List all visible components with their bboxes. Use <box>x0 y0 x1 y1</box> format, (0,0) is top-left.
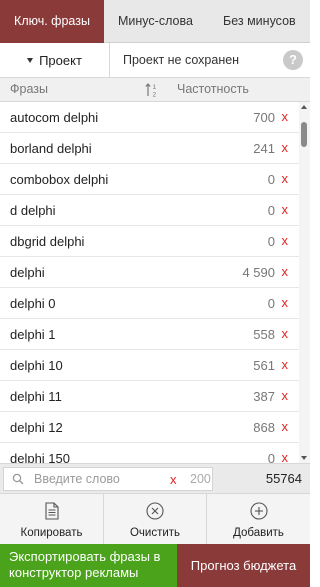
svg-text:1: 1 <box>153 84 157 91</box>
phrase-text: delphi <box>10 265 45 280</box>
table-row[interactable]: delphi 1 558 x <box>0 319 300 350</box>
table-row[interactable]: delphi 12 868 x <box>0 412 300 443</box>
budget-forecast-button[interactable]: Прогноз бюджета <box>177 544 310 587</box>
frequency-value: 387 <box>253 389 275 404</box>
remove-phrase-button[interactable]: x <box>282 140 289 155</box>
phrase-text: dbgrid delphi <box>10 234 85 249</box>
table-row[interactable]: delphi 150 0 x <box>0 443 300 463</box>
list-scrollbar[interactable] <box>299 102 310 463</box>
phrase-text: delphi 10 <box>10 358 63 373</box>
phrase-text: delphi 11 <box>10 389 62 404</box>
add-button-label: Добавить <box>233 527 284 539</box>
remove-phrase-button[interactable]: x <box>282 233 289 248</box>
add-button[interactable]: Добавить <box>207 494 310 545</box>
project-status-text: Проект не сохранен <box>123 53 240 67</box>
tab-without-minus[interactable]: Без минусов <box>223 0 296 43</box>
table-row[interactable]: delphi 0 0 x <box>0 288 300 319</box>
remove-phrase-button[interactable]: x <box>282 295 289 310</box>
search-bar: x 200 55764 <box>0 463 310 493</box>
remove-phrase-button[interactable]: x <box>282 357 289 372</box>
phrase-text: borland delphi <box>10 141 92 156</box>
project-dropdown-button[interactable]: Проект <box>0 43 110 77</box>
table-row[interactable]: delphi 4 590 x <box>0 257 300 288</box>
scroll-up-arrow-icon[interactable] <box>301 105 307 109</box>
column-header-phrases[interactable]: Фразы <box>10 82 48 96</box>
copy-button-label: Копировать <box>20 527 83 539</box>
phrase-text: delphi 0 <box>10 296 56 311</box>
column-header-frequency[interactable]: Частотность <box>177 82 249 96</box>
tab-key-phrases[interactable]: Ключ. фразы <box>0 0 104 43</box>
remove-phrase-button[interactable]: x <box>282 419 289 434</box>
phrase-text: delphi 12 <box>10 420 63 435</box>
phrase-text: d delphi <box>10 203 56 218</box>
frequency-value: 4 590 <box>242 265 275 280</box>
search-icon <box>12 473 24 485</box>
add-circle-icon <box>249 502 268 520</box>
frequency-value: 561 <box>253 358 275 373</box>
export-to-ad-builder-button[interactable]: Экспортировать фразы в конструктор рекла… <box>0 544 177 587</box>
phrase-list: autocom delphi 700 x borland delphi 241 … <box>0 102 300 463</box>
table-row[interactable]: combobox delphi 0 x <box>0 164 300 195</box>
phrase-text: autocom delphi <box>10 110 99 125</box>
project-bar: Проект Проект не сохранен ? <box>0 43 310 78</box>
scroll-down-arrow-icon[interactable] <box>301 456 307 460</box>
frequency-value: 868 <box>253 420 275 435</box>
frequency-value: 558 <box>253 327 275 342</box>
remove-phrase-button[interactable]: x <box>282 202 289 217</box>
frequency-value: 0 <box>267 296 275 311</box>
scrollbar-thumb[interactable] <box>301 122 307 147</box>
project-button-label: Проект <box>39 52 82 68</box>
table-row[interactable]: delphi 10 561 x <box>0 350 300 381</box>
frequency-value: 0 <box>267 451 275 463</box>
export-label-line1: Экспортировать фразы в <box>9 549 161 564</box>
table-row[interactable]: autocom delphi 700 x <box>0 102 300 133</box>
table-row[interactable]: dbgrid delphi 0 x <box>0 226 300 257</box>
clear-button-label: Очистить <box>129 527 181 539</box>
phrase-text: delphi 150 <box>10 451 70 463</box>
remove-phrase-button[interactable]: x <box>282 450 289 463</box>
search-clear-button[interactable]: x <box>170 472 177 487</box>
tab-minus-words[interactable]: Минус-слова <box>118 0 193 43</box>
caret-down-icon <box>27 58 34 63</box>
tab-bar: Ключ. фразы Минус-слова Без минусов <box>0 0 310 43</box>
help-icon[interactable]: ? <box>283 50 303 70</box>
search-max-length: 200 <box>190 472 211 486</box>
remove-phrase-button[interactable]: x <box>282 264 289 279</box>
table-row[interactable]: borland delphi 241 x <box>0 133 300 164</box>
sort-numeric-asc-icon[interactable]: 1 2 <box>145 82 159 98</box>
remove-phrase-button[interactable]: x <box>282 388 289 403</box>
search-box: x 200 <box>3 467 213 491</box>
remove-phrase-button[interactable]: x <box>282 326 289 341</box>
svg-text:2: 2 <box>153 92 157 99</box>
frequency-value: 0 <box>267 234 275 249</box>
action-toolbar: Копировать Очистить Добавить <box>0 493 310 545</box>
copy-button[interactable]: Копировать <box>0 494 104 545</box>
remove-phrase-button[interactable]: x <box>282 171 289 186</box>
frequency-value: 0 <box>267 203 275 218</box>
table-header: Фразы 1 2 Частотность <box>0 78 310 102</box>
frequency-value: 700 <box>253 110 275 125</box>
table-row[interactable]: delphi 11 387 x <box>0 381 300 412</box>
total-frequency-count: 55764 <box>265 471 302 486</box>
frequency-value: 241 <box>253 141 275 156</box>
clear-button[interactable]: Очистить <box>104 494 207 545</box>
frequency-value: 0 <box>267 172 275 187</box>
export-label-line2: конструктор рекламы <box>9 565 139 580</box>
search-input[interactable] <box>34 470 164 488</box>
document-icon <box>44 502 59 520</box>
table-row[interactable]: d delphi 0 x <box>0 195 300 226</box>
clear-circle-icon <box>146 502 164 520</box>
phrase-text: delphi 1 <box>10 327 56 342</box>
remove-phrase-button[interactable]: x <box>282 109 289 124</box>
phrase-text: combobox delphi <box>10 172 109 187</box>
